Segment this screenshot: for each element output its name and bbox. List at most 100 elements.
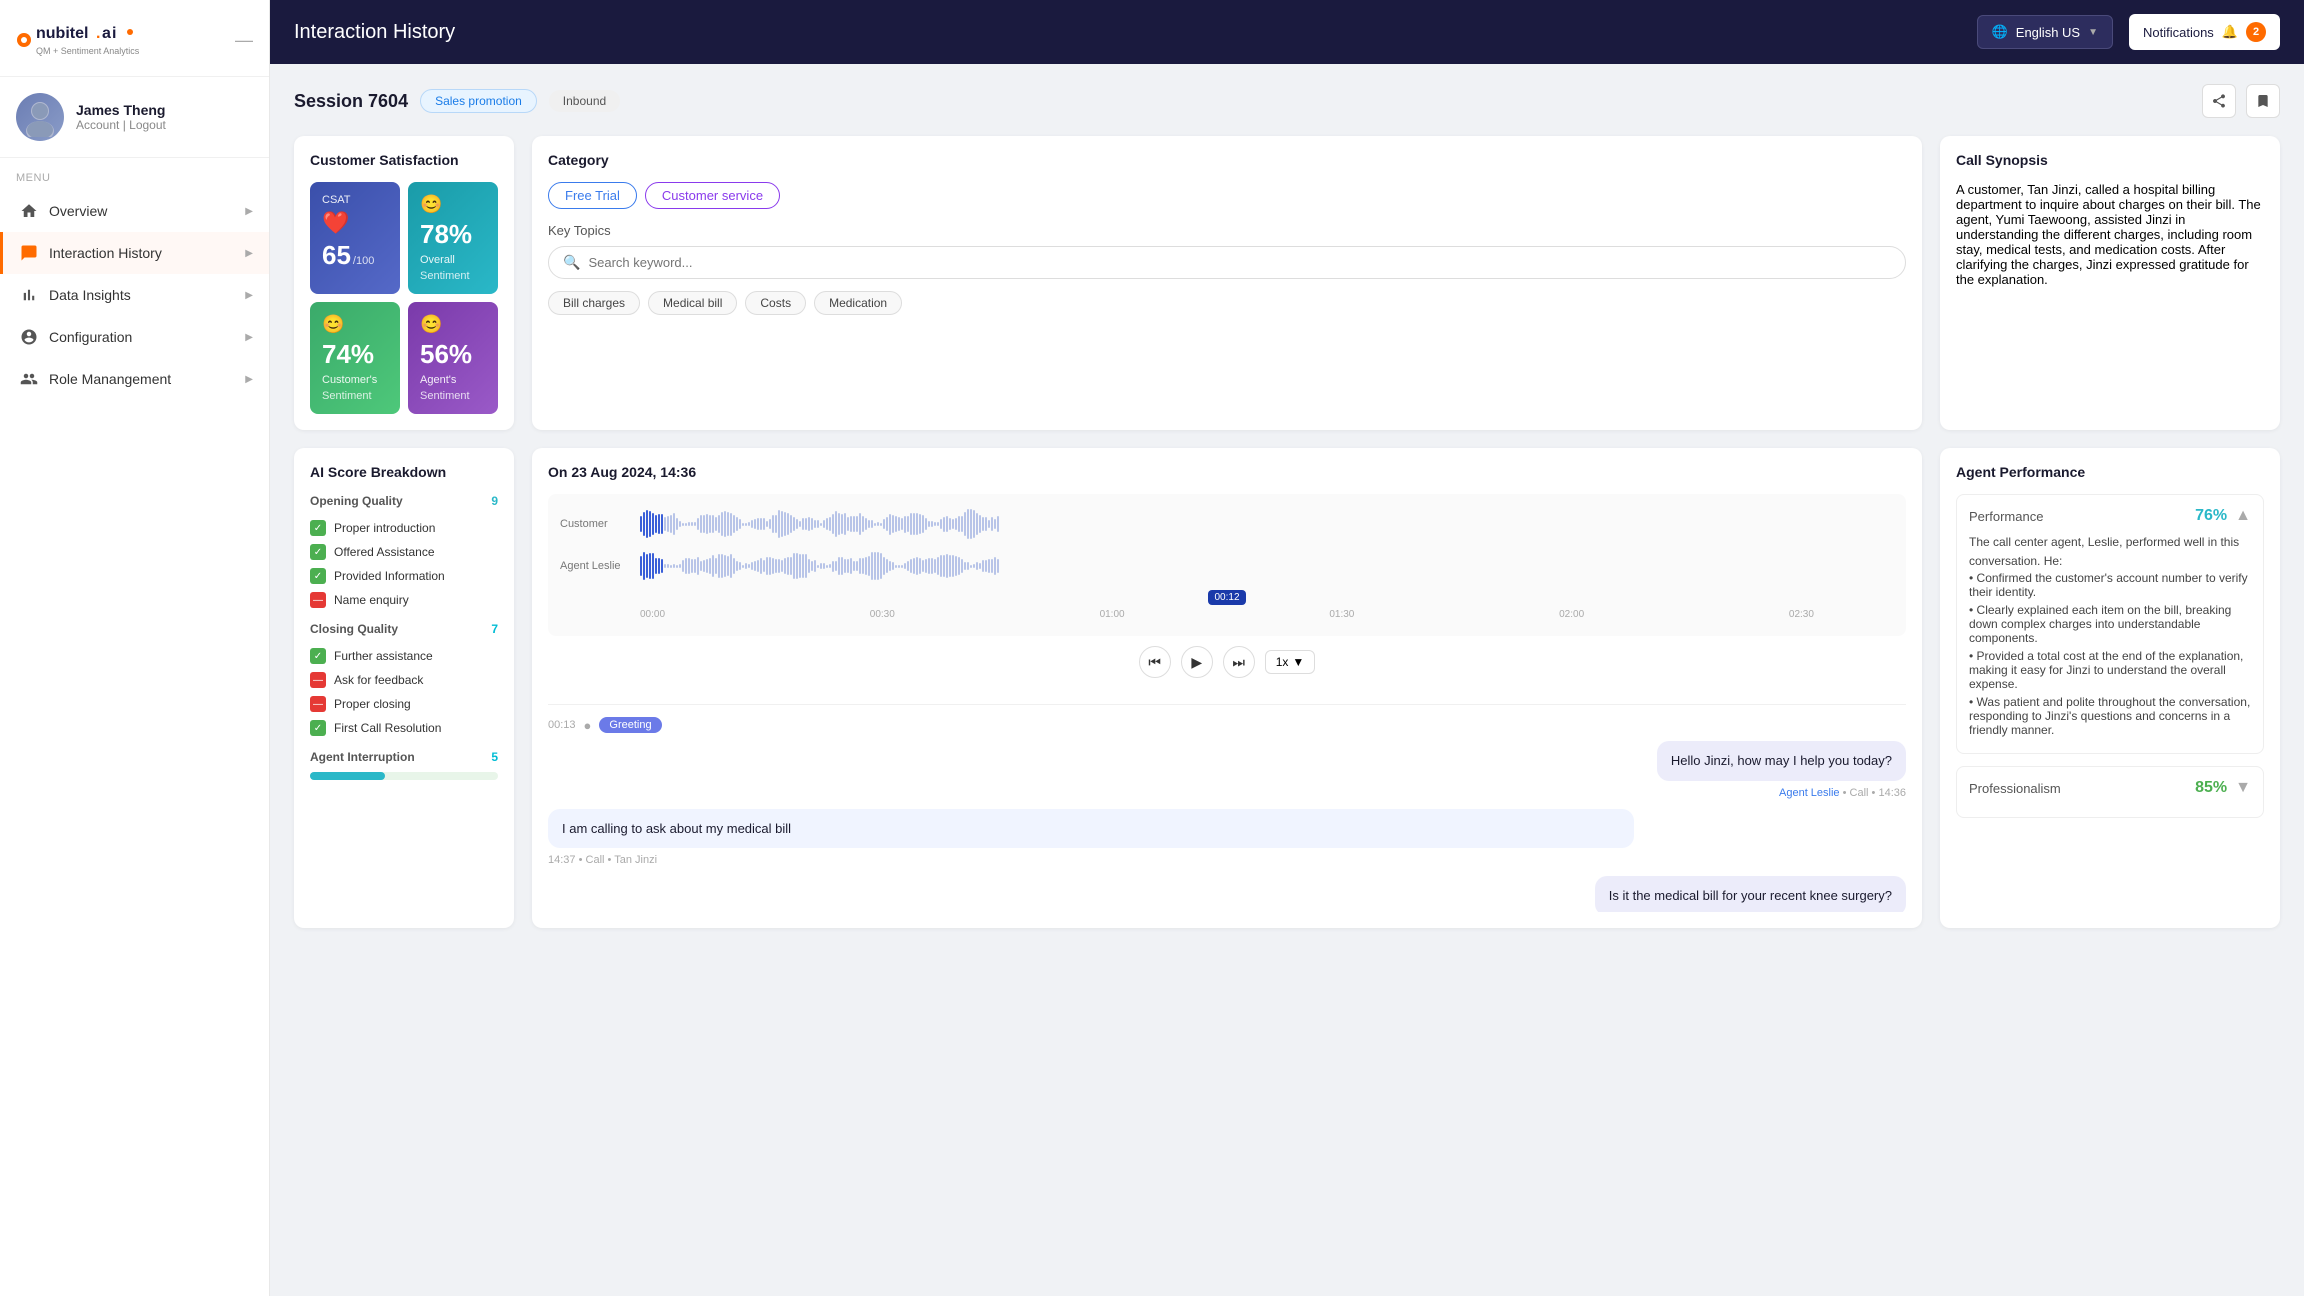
timestamp-2: 14:37 (548, 854, 576, 866)
check-icon: ✓ (310, 568, 326, 584)
agent-interruption-label: Agent Interruption (310, 750, 415, 764)
agent-waveform (640, 548, 1894, 584)
professionalism-header: Professionalism 85% ▼ (1969, 779, 2251, 797)
opening-quality-label: Opening Quality (310, 494, 403, 508)
performance-section: Performance 76% ▲ The call center agent,… (1956, 494, 2264, 754)
greeting-tag: Greeting (599, 717, 661, 733)
page-content: Session 7604 Sales promotion Inbound Cus… (270, 64, 2304, 1296)
sidebar-item-interaction-history[interactable]: Interaction History ▶ (0, 232, 269, 274)
csat-label: CSAT (322, 194, 388, 206)
sidebar-item-configuration-label: Configuration (49, 329, 132, 345)
customer-waveform (640, 506, 1894, 542)
bubble-wrapper-3: Is it the medical bill for your recent k… (548, 876, 1906, 912)
account-link[interactable]: Account (76, 118, 119, 132)
check-icon: ✓ (310, 520, 326, 536)
score-item-provided-info: ✓ Provided Information (310, 564, 498, 588)
performance-expand-button[interactable]: ▲ (2235, 507, 2251, 525)
speed-selector[interactable]: 1x ▼ (1265, 650, 1316, 674)
sidebar-item-overview-label: Overview (49, 203, 107, 219)
keyword-search-input[interactable] (588, 255, 1891, 270)
agent-sentiment-box: 😊 56% Agent's Sentiment (408, 302, 498, 414)
chevron-down-icon-speed: ▼ (1292, 655, 1304, 669)
topbar-right: 🌐 English US ▼ Notifications 🔔 2 (1977, 14, 2280, 50)
page-title: Interaction History (294, 21, 455, 44)
user-group-icon (19, 369, 39, 389)
sidebar-header: nubitel . a i QM + Sentiment Analytics — (0, 0, 269, 77)
agent-bubble-1: Hello Jinzi, how may I help you today? (1657, 741, 1906, 781)
overall-sub: Sentiment (420, 270, 486, 282)
professionalism-expand-button[interactable]: ▼ (2235, 779, 2251, 797)
avatar (16, 93, 64, 141)
skip-back-button[interactable]: ⏮ (1139, 646, 1171, 678)
sidebar-item-role-management[interactable]: Role Manangement ▶ (0, 358, 269, 400)
x-icon: — (310, 592, 326, 608)
customer-pct: 74% (322, 339, 388, 370)
closing-quality-section: Closing Quality 7 (310, 622, 498, 636)
ai-score-title: AI Score Breakdown (310, 464, 498, 480)
topics-list: Bill charges Medical bill Costs Medicati… (548, 291, 1906, 315)
closing-quality-label: Closing Quality (310, 622, 398, 636)
logo-sub: QM + Sentiment Analytics (36, 46, 140, 56)
chevron-right-icon-di: ▶ (245, 290, 253, 301)
sidebar-item-data-insights-label: Data Insights (49, 287, 131, 303)
score-item-label: Name enquiry (334, 593, 409, 607)
agent-label: Agent's (420, 374, 486, 386)
bottom-section: AI Score Breakdown Opening Quality 9 ✓ P… (294, 448, 2280, 928)
language-selector[interactable]: 🌐 English US ▼ (1977, 15, 2113, 49)
bubble-meta-2: 14:37 • Call • Tan Jinzi (548, 854, 1906, 866)
bookmark-button[interactable] (2246, 84, 2280, 118)
performance-bullets: Confirmed the customer's account number … (1969, 571, 2251, 737)
avatar-image (20, 97, 60, 137)
topic-costs[interactable]: Costs (745, 291, 806, 315)
share-button[interactable] (2202, 84, 2236, 118)
keyword-search-box: 🔍 (548, 246, 1906, 279)
score-item-further-assistance: ✓ Further assistance (310, 644, 498, 668)
notifications-button[interactable]: Notifications 🔔 2 (2129, 14, 2280, 50)
minimize-button[interactable]: — (235, 30, 253, 51)
smile-icon: 😊 (420, 194, 486, 215)
timeline-0: 00:00 (640, 609, 665, 620)
bullet-1: Confirmed the customer's account number … (1969, 571, 2251, 599)
agent-waveform-label: Agent Leslie (560, 560, 630, 572)
customer-sub: Sentiment (322, 390, 388, 402)
tag-free-trial[interactable]: Free Trial (548, 182, 637, 209)
player-controls: ⏮ ▶ ⏭ 1x ▼ (548, 646, 1906, 678)
topic-bill-charges[interactable]: Bill charges (548, 291, 640, 315)
csat-score-box: CSAT ❤️ 65 /100 (310, 182, 400, 294)
play-button[interactable]: ▶ (1181, 646, 1213, 678)
category-tags: Free Trial Customer service (548, 182, 1906, 209)
sidebar-item-interaction-history-label: Interaction History (49, 245, 162, 261)
globe-icon: 🌐 (1992, 24, 2008, 40)
waveform-area: Customer Agent Leslie 00:12 00:00 00:30 … (548, 494, 1906, 636)
score-item-label: Provided Information (334, 569, 445, 583)
transcript-time-row-1: 00:13 ● Greeting (548, 717, 1906, 733)
three-column-layout: Customer Satisfaction CSAT ❤️ 65 /100 😊 (294, 136, 2280, 430)
sidebar-logo: nubitel . a i QM + Sentiment Analytics (16, 18, 146, 62)
agent-interruption-section: Agent Interruption 5 (310, 750, 498, 764)
topic-medication[interactable]: Medication (814, 291, 902, 315)
timeline-1: 00:30 (870, 609, 895, 620)
configuration-icon (19, 327, 39, 347)
sidebar-item-data-insights[interactable]: Data Insights ▶ (0, 274, 269, 316)
topic-medical-bill[interactable]: Medical bill (648, 291, 737, 315)
score-item-ask-feedback: — Ask for feedback (310, 668, 498, 692)
audio-player-card: On 23 Aug 2024, 14:36 Customer Agent Les… (532, 448, 1922, 928)
logout-link[interactable]: Logout (129, 118, 166, 132)
category-title: Category (548, 152, 1906, 168)
session-tag-sales[interactable]: Sales promotion (420, 89, 537, 113)
agent-performance-card: Agent Performance Performance 76% ▲ The … (1940, 448, 2280, 928)
dot-separator: ● (584, 718, 592, 733)
channel-2: Call (586, 854, 605, 866)
tag-customer-service[interactable]: Customer service (645, 182, 780, 209)
user-links: Account | Logout (76, 118, 166, 132)
timestamp-1: 14:36 (1878, 787, 1906, 799)
bullet-2: Clearly explained each item on the bill,… (1969, 603, 2251, 645)
score-item-label: Further assistance (334, 649, 433, 663)
sidebar-item-overview[interactable]: Overview ▶ (0, 190, 269, 232)
score-item-label: Proper closing (334, 697, 411, 711)
sidebar-item-configuration[interactable]: Configuration ▶ (0, 316, 269, 358)
skip-forward-button[interactable]: ⏭ (1223, 646, 1255, 678)
share-icon (2211, 93, 2227, 109)
session-tag-inbound[interactable]: Inbound (549, 90, 620, 112)
svg-text:.: . (96, 25, 100, 42)
